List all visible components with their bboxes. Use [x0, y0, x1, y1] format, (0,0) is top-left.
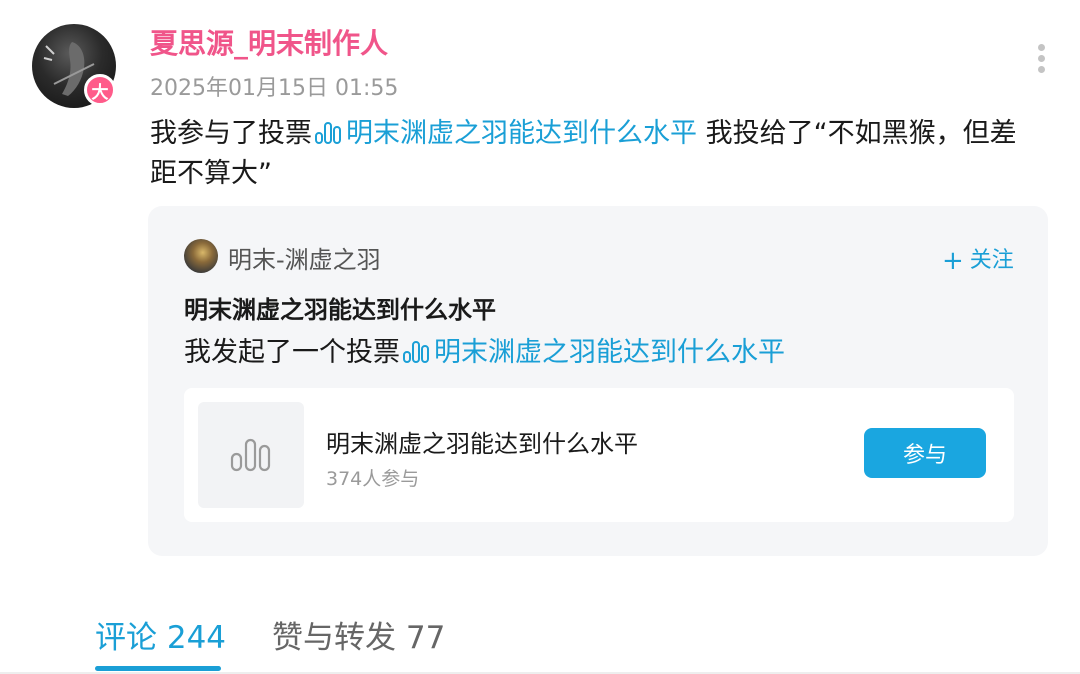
poll-bars-icon: [315, 122, 341, 144]
quoted-title: 明末渊虚之羽能达到什么水平: [184, 296, 496, 324]
poll-link[interactable]: 明末渊虚之羽能达到什么水平: [312, 118, 697, 149]
poll-bars-icon: [403, 341, 429, 363]
poll-card[interactable]: 明末渊虚之羽能达到什么水平 374人参与 参与: [184, 388, 1014, 522]
plus-icon: +: [942, 246, 964, 276]
author-name[interactable]: 夏思源_明末制作人: [150, 22, 388, 62]
poll-bars-icon: [230, 438, 271, 472]
tab-likes-reposts[interactable]: 赞与转发 77: [272, 612, 445, 657]
follow-button[interactable]: + 关注: [942, 242, 1014, 276]
source-name[interactable]: 明末-渊虚之羽: [228, 240, 381, 275]
quoted-post-card[interactable]: 明末-渊虚之羽 + 关注 明末渊虚之羽能达到什么水平 我发起了一个投票明末渊虚之羽…: [148, 206, 1048, 556]
quoted-body: 我发起了一个投票 明末渊虚之羽能达到什么水平: [184, 330, 785, 369]
post-text: 我参与了投票 明末渊虚之羽能达到什么水平 我投给了“不如黑猴，但差距不算大”: [150, 114, 1030, 194]
quoted-poll-link-label[interactable]: 明末渊虚之羽能达到什么水平: [434, 337, 785, 368]
active-tab-indicator: [95, 666, 221, 671]
post-timestamp: 2025年01月15日 01:55: [150, 76, 399, 101]
poll-participants: 374人参与: [326, 468, 420, 490]
more-vertical-icon[interactable]: [1034, 44, 1048, 74]
tab-comments[interactable]: 评论 244: [95, 612, 226, 657]
follow-label: 关注: [969, 248, 1014, 273]
post-text-prefix: 我参与了投票: [150, 118, 312, 149]
source-avatar[interactable]: [184, 239, 218, 273]
poll-link-label[interactable]: 明末渊虚之羽能达到什么水平: [346, 118, 697, 149]
join-poll-button[interactable]: 参与: [864, 428, 986, 478]
poll-title: 明末渊虚之羽能达到什么水平: [326, 430, 638, 458]
poll-thumbnail: [198, 402, 304, 508]
quoted-body-prefix: 我发起了一个投票: [184, 337, 400, 368]
quoted-poll-link[interactable]: 明末渊虚之羽能达到什么水平: [400, 337, 785, 368]
verified-badge: 大: [84, 74, 116, 106]
